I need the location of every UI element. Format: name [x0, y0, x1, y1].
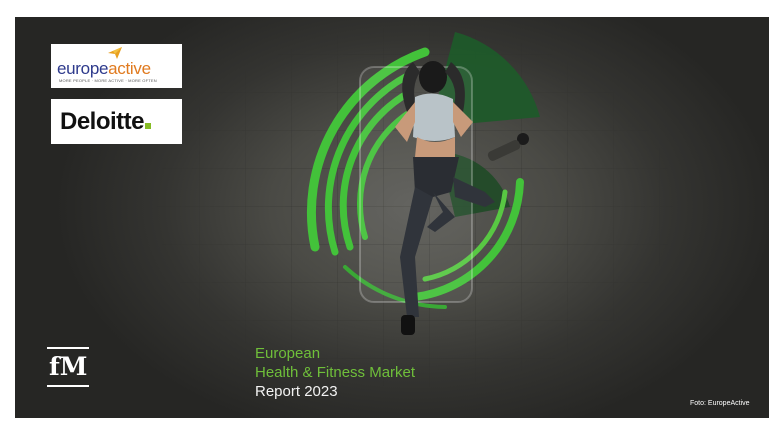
europeactive-wordmark: europeactive	[57, 59, 151, 79]
fm-logo-top-bar	[47, 347, 89, 349]
title-line-2: Health & Fitness Market	[255, 364, 416, 381]
fm-logo-text: fM	[49, 352, 88, 381]
report-title: European Health & Fitness Market Report …	[255, 344, 415, 401]
deloitte-wordmark: Deloitte	[60, 108, 152, 136]
europeactive-logo: europeactive MORE PEOPLE · MORE ACTIVE ·…	[51, 44, 182, 88]
deloitte-logo: Deloitte	[51, 99, 182, 144]
photo-credit: Foto: EuropeActive	[690, 400, 750, 407]
deloitte-green-dot	[145, 123, 152, 129]
fm-logo-bottom-bar	[47, 385, 89, 387]
title-line-1: European	[255, 345, 321, 362]
europeactive-tagline: MORE PEOPLE · MORE ACTIVE · MORE OFTEN	[59, 78, 157, 83]
europeactive-word-right: active	[108, 59, 151, 78]
deloitte-word: Deloitte	[60, 108, 145, 135]
report-cover: europeactive MORE PEOPLE · MORE ACTIVE ·…	[15, 17, 769, 418]
fm-logo: fM	[47, 347, 89, 387]
europeactive-word-left: europe	[57, 59, 109, 78]
europeactive-emblem-icon	[108, 47, 122, 59]
title-line-3: Report 2023	[255, 383, 338, 400]
